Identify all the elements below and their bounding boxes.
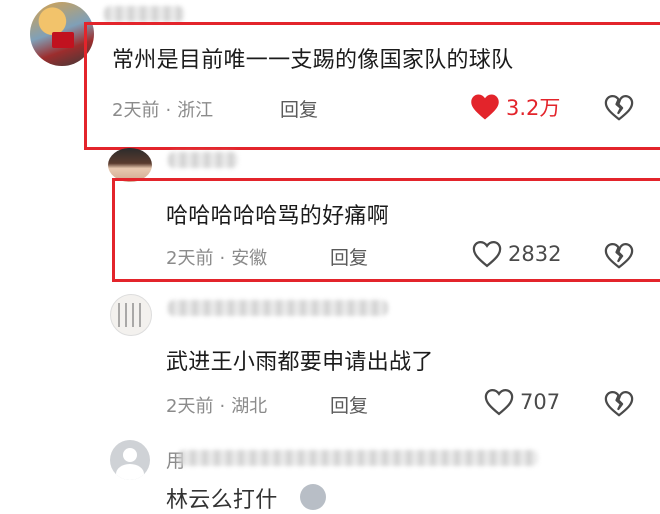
comment-time: 2天前 — [166, 248, 214, 269]
comment-location: 浙江 — [177, 100, 214, 121]
heart-icon — [470, 93, 500, 121]
avatar-body — [116, 464, 144, 480]
heart-icon — [472, 240, 502, 268]
like-button[interactable]: 3.2万 — [470, 92, 560, 122]
comment-meta: 2天前 · 浙江 — [112, 100, 214, 121]
dislike-icon[interactable] — [604, 390, 634, 418]
blurred-username — [104, 6, 184, 22]
dislike-icon[interactable] — [604, 94, 634, 122]
reply-button[interactable]: 回复 — [330, 391, 368, 418]
comment-text: 哈哈哈哈哈骂的好痛啊 — [166, 204, 390, 229]
like-button[interactable]: 707 — [484, 388, 560, 416]
like-count: 2832 — [508, 242, 562, 266]
comment-time: 2天前 — [166, 396, 214, 417]
like-count: 707 — [520, 390, 561, 414]
blurred-username — [178, 450, 538, 466]
avatar-calligraphy — [118, 303, 144, 327]
emoji-icon — [300, 484, 326, 510]
blurred-username — [168, 300, 388, 316]
comment-location: 湖北 — [231, 396, 268, 417]
avatar-flag — [52, 32, 74, 48]
avatar[interactable] — [108, 148, 152, 182]
blurred-username — [168, 152, 238, 168]
reply-button[interactable]: 回复 — [330, 243, 368, 270]
avatar[interactable] — [110, 294, 152, 336]
comment-meta: 2天前 · 安徽 — [166, 248, 268, 269]
heart-icon — [484, 388, 514, 416]
like-count: 3.2万 — [506, 96, 561, 120]
comment-location: 安徽 — [231, 248, 268, 269]
reply-button[interactable]: 回复 — [280, 95, 318, 122]
avatar-head — [123, 448, 137, 462]
comment-text: 林云么打什 — [166, 488, 278, 513]
comment-time: 2天前 — [112, 100, 160, 121]
comment-text: 常州是目前唯一一支踢的像国家队的球队 — [112, 48, 514, 73]
comment-text: 武进王小雨都要申请出战了 — [166, 350, 434, 375]
avatar-default[interactable] — [110, 440, 150, 480]
like-button[interactable]: 2832 — [472, 240, 561, 268]
comment-meta: 2天前 · 湖北 — [166, 396, 268, 417]
dislike-icon[interactable] — [604, 242, 634, 270]
